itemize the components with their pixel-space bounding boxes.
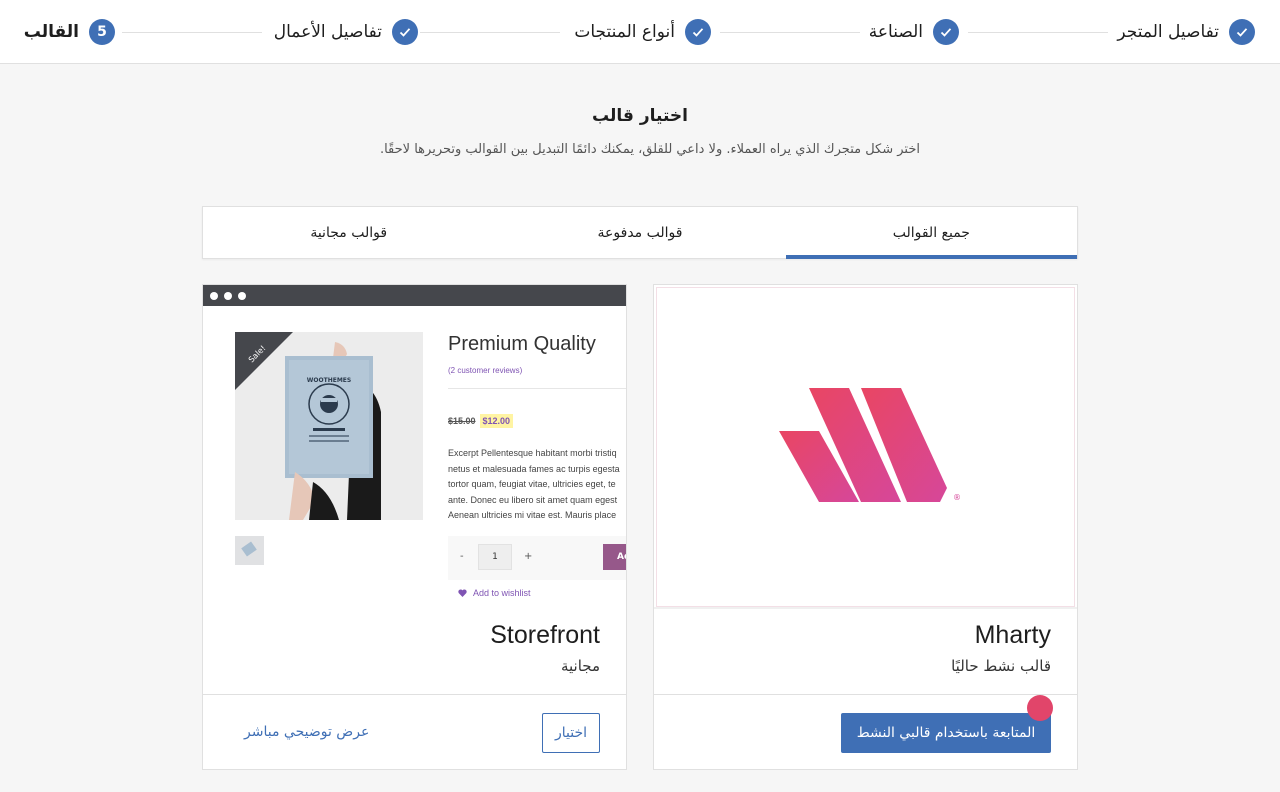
card-divider <box>654 694 1077 695</box>
step-connector <box>968 32 1108 33</box>
step-label: القالب <box>23 22 79 42</box>
live-demo-link[interactable]: عرض توضيحي مباشر <box>244 724 369 740</box>
step-label: تفاصيل المتجر <box>1117 22 1219 42</box>
qty-plus: + <box>524 551 533 562</box>
tab-all-themes[interactable]: جميع القوالب <box>785 207 1078 259</box>
step-connector <box>720 32 860 33</box>
theme-status: قالب نشط حاليًا <box>951 657 1051 675</box>
step-number: 5 <box>89 19 115 45</box>
qty-value: 1 <box>478 544 512 570</box>
tab-free-themes[interactable]: قوالب مجانية <box>203 207 494 258</box>
excerpt-line: Excerpt Pellentesque habitant morbi tris… <box>448 448 617 458</box>
check-icon <box>392 19 418 45</box>
product-title: Premium Quality <box>448 333 596 355</box>
notification-dot <box>1027 695 1053 721</box>
product-reviews: (2 customer reviews) <box>448 366 523 375</box>
sale-price: $12.00 <box>479 414 514 428</box>
theme-name: Mharty <box>974 621 1051 649</box>
wishlist-label: Add to wishlist <box>473 588 531 598</box>
storefront-preview: WOOTHEMES Sale! Premium Quality (2 custo… <box>203 306 626 609</box>
step-label: تفاصيل الأعمال <box>273 22 382 42</box>
check-icon <box>685 19 711 45</box>
mharty-preview-frame: ® <box>656 287 1075 607</box>
excerpt-line: Aenean ultricies mi vitae est. Mauris pl… <box>448 510 617 521</box>
window-dot-icon <box>210 292 218 300</box>
theme-card-mharty: ® Mharty قالب نشط حاليًا المتابعة باستخد… <box>653 284 1078 770</box>
step-industry[interactable]: الصناعة <box>869 19 959 45</box>
step-theme: 5 القالب <box>24 19 115 45</box>
theme-filter-tabs: جميع القوالب قوالب مدفوعة قوالب مجانية <box>202 206 1078 259</box>
wishlist-link: Add to wishlist <box>458 588 531 598</box>
step-connector <box>122 32 262 33</box>
choose-theme-button[interactable]: اختيار <box>542 713 600 753</box>
add-to-cart-preview: Ad <box>603 544 626 570</box>
step-business-details[interactable]: تفاصيل الأعمال <box>274 19 418 45</box>
qty-minus: - <box>460 551 464 562</box>
step-store-details[interactable]: تفاصيل المتجر <box>1117 19 1255 45</box>
tab-paid-themes[interactable]: قوالب مدفوعة <box>494 207 785 258</box>
page-subtitle: اختر شكل متجرك الذي يراه العملاء. ولا دا… <box>379 142 920 157</box>
window-dot-icon <box>238 292 246 300</box>
product-price: $15.00 $12.00 <box>448 414 514 428</box>
check-icon <box>933 19 959 45</box>
excerpt-line: netus et malesuada fames ac turpis egest… <box>448 463 620 474</box>
product-thumbnail <box>235 536 264 565</box>
theme-name: Storefront <box>490 621 600 649</box>
card-divider <box>203 694 626 695</box>
step-label: أنواع المنتجات <box>574 22 675 42</box>
theme-preview: WOOTHEMES Sale! Premium Quality (2 custo… <box>203 285 626 609</box>
heart-icon <box>458 589 467 597</box>
page-title: اختيار قالب <box>592 106 688 126</box>
setup-stepper: تفاصيل المتجر الصناعة أنواع المنتجات تفا… <box>0 0 1280 64</box>
excerpt-line: tortor quam, feugiat vitae, ultricies eg… <box>448 479 616 490</box>
mharty-logo: ® <box>779 388 961 502</box>
theme-price-status: مجانية <box>560 657 600 675</box>
browser-bar <box>203 285 626 306</box>
theme-card-storefront: WOOTHEMES Sale! Premium Quality (2 custo… <box>202 284 627 770</box>
old-price: $15.00 <box>448 416 476 426</box>
product-divider <box>448 388 626 389</box>
poster-text: WOOTHEMES <box>307 377 351 384</box>
product-excerpt: Excerpt Pellentesque habitant morbi tris… <box>448 446 626 524</box>
excerpt-line: ante. Donec eu libero sit amet quam eges… <box>448 494 618 505</box>
check-icon <box>1229 19 1255 45</box>
preview-divider <box>654 607 1077 609</box>
product-image: WOOTHEMES Sale! <box>235 332 423 520</box>
product-photo: WOOTHEMES Sale! <box>235 332 423 520</box>
registered-mark: ® <box>953 493 961 502</box>
window-dot-icon <box>224 292 232 300</box>
theme-preview: ® <box>654 285 1077 609</box>
step-label: الصناعة <box>868 22 923 42</box>
continue-with-active-theme-button[interactable]: المتابعة باستخدام قالبي النشط <box>841 713 1051 753</box>
step-product-types[interactable]: أنواع المنتجات <box>574 19 711 45</box>
add-to-cart-area: - 1 + Ad <box>448 536 626 580</box>
step-connector <box>420 32 560 33</box>
